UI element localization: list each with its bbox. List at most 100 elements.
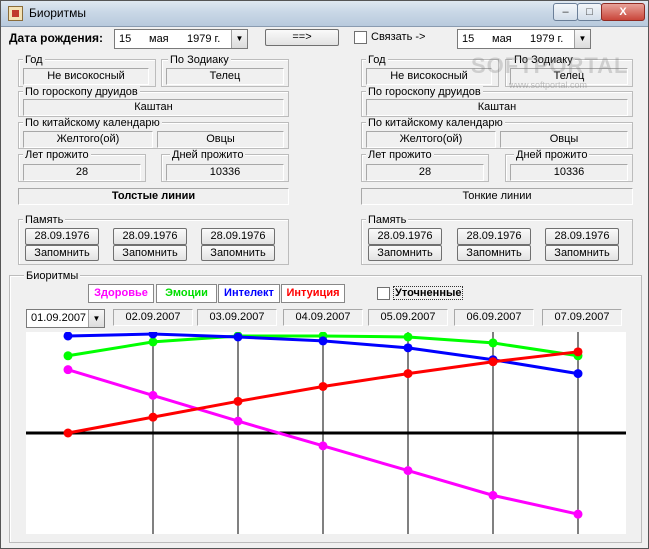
right-memory-date-3[interactable]: 28.09.1976 [545, 228, 619, 245]
birth-date-combo-2[interactable]: 15 мая 1979 г. ▼ [457, 29, 591, 49]
right-remember-button-3[interactable]: Запомнить [545, 245, 619, 261]
left-days-value: 10336 [166, 164, 284, 181]
legend-health[interactable]: Здоровье [88, 284, 154, 303]
left-memory-group: Память 28.09.1976 Запомнить 28.09.1976 З… [18, 214, 289, 265]
app-icon [8, 6, 23, 21]
left-years-label: Лет прожито [23, 149, 91, 161]
window-title: Биоритмы [29, 6, 86, 20]
left-druid-value: Каштан [23, 99, 284, 116]
left-days-group: Дней прожито 10336 [161, 149, 289, 182]
data-point [233, 416, 243, 426]
link-label: Связать -> [371, 31, 426, 43]
data-point [318, 441, 328, 451]
title-bar[interactable]: Биоритмы – □ X [1, 1, 648, 27]
data-point [63, 351, 73, 361]
data-point [488, 357, 498, 367]
legend-intuition[interactable]: Интуиция [281, 284, 345, 303]
data-point [63, 331, 73, 341]
start-date-combo[interactable]: 01.09.2007 ▼ [26, 309, 105, 328]
right-chinese-label: По китайскому календарю [366, 117, 505, 129]
data-point [63, 365, 73, 375]
right-druid-group: По гороскопу друидов Каштан [361, 86, 633, 117]
biorhythm-chart [26, 329, 626, 534]
data-point [488, 338, 498, 348]
right-days-value: 10336 [510, 164, 628, 181]
left-days-label: Дней прожито [170, 149, 246, 161]
data-point [318, 336, 328, 346]
link-checkbox[interactable] [354, 31, 367, 44]
date-label-2: 02.09.2007 [113, 309, 193, 326]
right-druid-label: По гороскопу друидов [366, 86, 483, 98]
right-remember-button-2[interactable]: Запомнить [457, 245, 531, 261]
watermark-logo: SOFTPORTAL [471, 53, 629, 78]
date2-day: 15 [462, 33, 475, 45]
right-chinese-value-1: Желтого(ой) [366, 131, 496, 148]
data-point [403, 369, 413, 379]
data-point [148, 337, 158, 347]
left-chinese-group: По китайскому календарю Желтого(ой) Овцы [18, 117, 289, 149]
left-zodiac-group: По Зодиаку Телец [161, 54, 289, 87]
left-memory-label: Память [23, 214, 66, 226]
date-label-4: 04.09.2007 [283, 309, 363, 326]
right-year-label: Год [366, 54, 388, 66]
minimize-button[interactable]: – [553, 3, 578, 21]
left-years-value: 28 [23, 164, 141, 181]
birth-date-combo-1[interactable]: 15 мая 1979 г. ▼ [114, 29, 248, 49]
date1-day: 15 [119, 33, 132, 45]
left-remember-button-1[interactable]: Запомнить [25, 245, 99, 261]
legend-intellect[interactable]: Интелект [218, 284, 280, 303]
data-point [403, 343, 413, 353]
right-years-group: Лет прожито 28 [361, 149, 489, 182]
data-point [403, 466, 413, 476]
birth-date-label: Дата рождения: [9, 31, 104, 45]
right-remember-button-1[interactable]: Запомнить [368, 245, 442, 261]
data-point [318, 381, 328, 391]
close-button[interactable]: X [601, 3, 645, 21]
date-label-7: 07.09.2007 [542, 309, 622, 326]
right-years-label: Лет прожито [366, 149, 434, 161]
date2-month: мая [492, 33, 512, 45]
chevron-down-icon[interactable]: ▼ [574, 30, 590, 48]
legend-emotions[interactable]: Эмоции [156, 284, 217, 303]
biorhythms-label: Биоритмы [24, 270, 81, 282]
data-point [148, 329, 158, 339]
left-chinese-label: По китайскому календарю [23, 117, 162, 129]
left-zodiac-value: Телец [166, 68, 284, 85]
right-memory-label: Память [366, 214, 409, 226]
left-memory-date-3[interactable]: 28.09.1976 [201, 228, 275, 245]
data-point [148, 390, 158, 400]
left-druid-group: По гороскопу друидов Каштан [18, 86, 289, 117]
right-memory-date-1[interactable]: 28.09.1976 [368, 228, 442, 245]
data-point [573, 509, 583, 519]
chevron-down-icon[interactable]: ▼ [231, 30, 247, 48]
right-chinese-value-2: Овцы [500, 131, 628, 148]
refined-checkbox[interactable] [377, 287, 390, 300]
right-druid-value: Каштан [366, 99, 628, 116]
right-years-value: 28 [366, 164, 484, 181]
maximize-button[interactable]: □ [577, 3, 602, 21]
left-remember-button-3[interactable]: Запомнить [201, 245, 275, 261]
copy-date-button[interactable]: ==> [265, 29, 339, 46]
chevron-down-icon[interactable]: ▼ [88, 310, 104, 327]
right-days-group: Дней прожито 10336 [505, 149, 633, 182]
right-memory-date-2[interactable]: 28.09.1976 [457, 228, 531, 245]
watermark-url: www.softportal.com [509, 80, 588, 90]
date-label-5: 05.09.2007 [368, 309, 448, 326]
refined-label: Уточненные [393, 286, 464, 300]
right-memory-group: Память 28.09.1976 Запомнить 28.09.1976 З… [361, 214, 633, 265]
left-druid-label: По гороскопу друидов [23, 86, 140, 98]
left-year-label: Год [23, 54, 45, 66]
start-date-value: 01.09.2007 [31, 312, 87, 324]
data-point [403, 332, 413, 342]
date1-month: мая [149, 33, 169, 45]
left-remember-button-2[interactable]: Запомнить [113, 245, 187, 261]
left-memory-date-2[interactable]: 28.09.1976 [113, 228, 187, 245]
date-label-3: 03.09.2007 [197, 309, 277, 326]
data-point [148, 412, 158, 422]
right-chinese-group: По китайскому календарю Желтого(ой) Овцы [361, 117, 633, 149]
left-memory-date-1[interactable]: 28.09.1976 [25, 228, 99, 245]
right-days-label: Дней прожито [514, 149, 590, 161]
left-lines-label: Толстые линии [18, 188, 289, 205]
right-lines-label: Тонкие линии [361, 188, 633, 205]
left-chinese-value-2: Овцы [157, 131, 284, 148]
